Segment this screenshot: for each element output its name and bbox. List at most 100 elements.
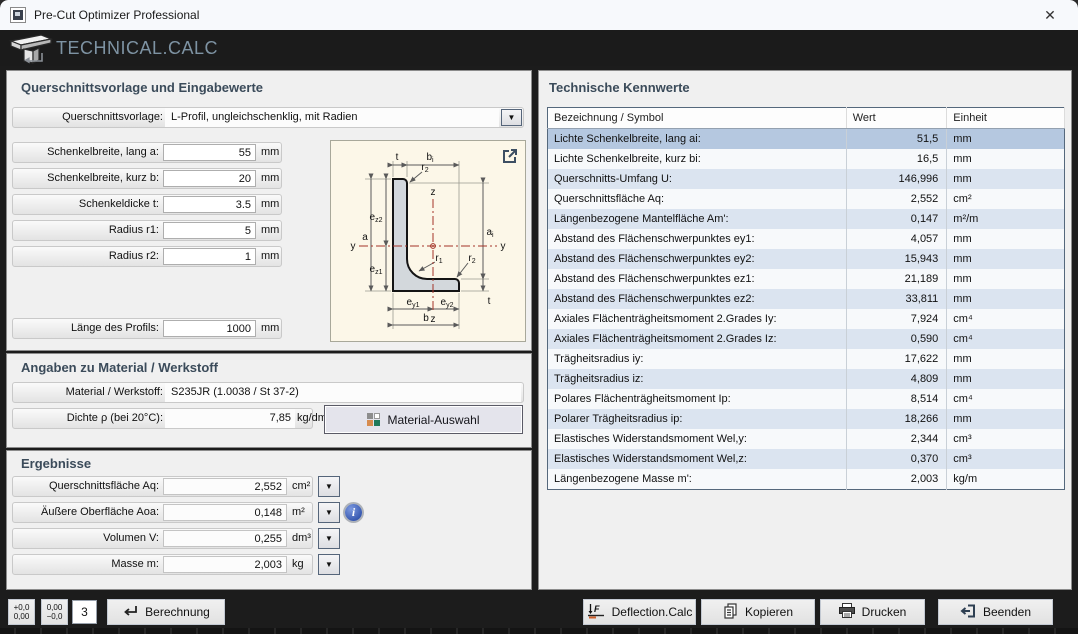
result-unit: cm² [292,477,310,496]
window-title: Pre-Cut Optimizer Professional [34,0,199,30]
info-icon[interactable]: i [345,504,362,521]
result-value: 2,552 [163,478,287,495]
input-field-a[interactable]: 55 [163,144,256,161]
decimal-increase-button[interactable]: +0,0 0,00 [8,599,35,625]
row-name: Lichte Schenkelbreite, kurz bi: [548,149,847,169]
row-value: 17,622 [846,349,947,369]
section-title: Technische Kennwerte [549,80,690,95]
input-unit: mm [261,319,279,338]
row-value: 16,5 [846,149,947,169]
chevron-down-icon: ▼ [325,560,333,569]
axis-label-z-bottom: z [431,314,436,325]
dim-label-t-top: t [396,152,399,163]
input-field-t[interactable]: 3.5 [163,196,256,213]
table-row[interactable]: Abstand des Flächenschwerpunktes ey2: 15… [548,249,1065,269]
print-label: Drucken [862,605,907,619]
table-row[interactable]: Elastisches Widerstandsmoment Wel,y: 2,3… [548,429,1065,449]
result-label: Volumen V: [13,529,159,548]
chevron-down-icon: ▼ [325,534,333,543]
table-row[interactable]: Abstand des Flächenschwerpunktes ey1: 4,… [548,229,1065,249]
calculate-button[interactable]: Berechnung [107,599,225,625]
chevron-down-icon: ▼ [325,508,333,517]
table-row[interactable]: Längenbezogene Mantelfläche Am': 0,147 m… [548,209,1065,229]
table-row[interactable]: Abstand des Flächenschwerpunktes ez2: 33… [548,289,1065,309]
copy-button[interactable]: Kopieren [701,599,815,625]
row-value: 21,189 [846,269,947,289]
table-row[interactable]: Elastisches Widerstandsmoment Wel,z: 0,3… [548,449,1065,469]
chevron-down-icon: ▼ [325,482,333,491]
close-icon[interactable]: ✕ [1036,0,1064,30]
input-field-r1[interactable]: 5 [163,222,256,239]
brand-text: TECHNICAL.CALC [56,30,218,66]
section-title: Angaben zu Material / Werkstoff [21,360,218,375]
row-value: 33,811 [846,289,947,309]
table-row[interactable]: Längenbezogene Masse m': 2,003 kg/m [548,469,1065,490]
table-row[interactable]: Axiales Flächenträgheitsmoment 2.Grades … [548,329,1065,349]
result-mass-dropdown-button[interactable]: ▼ [318,554,340,575]
row-unit: kg/m [947,469,1065,490]
chevron-down-icon: ▼ [508,113,516,122]
table-row[interactable]: Querschnittsfläche Aq: 2,552 cm² [548,189,1065,209]
result-volume-dropdown-button[interactable]: ▼ [318,528,340,549]
table-header-row: Bezeichnung / Symbol Wert Einheit [548,108,1065,129]
deflection-calc-button[interactable]: F Deflection.Calc [583,599,696,625]
result-row-aq: Querschnittsfläche Aq: 2,552 cm² [12,476,313,497]
input-field-length[interactable]: 1000 [163,320,256,337]
row-unit: mm [947,289,1065,309]
dim-label-ey2: ey2 [441,297,454,309]
row-name: Trägheitsradius iy: [548,349,847,369]
template-label: Querschnittsvorlage: [13,108,163,127]
template-combobox[interactable]: L-Profil, ungleichschenklig, mit Radien [165,108,499,127]
kennwerte-table-body: Lichte Schenkelbreite, lang ai: 51,5 mm … [548,129,1065,490]
open-external-icon[interactable] [501,147,519,165]
app-window: Pre-Cut Optimizer Professional ✕ TECHNIC… [0,0,1078,634]
result-value: 2,003 [163,556,287,573]
result-aq-dropdown-button[interactable]: ▼ [318,476,340,497]
table-row[interactable]: Polarer Trägheitsradius ip: 18,266 mm [548,409,1065,429]
row-name: Abstand des Flächenschwerpunktes ez1: [548,269,847,289]
row-unit: cm³ [947,449,1065,469]
decimal-places-field[interactable]: 3 [72,600,97,624]
result-row-aoa: Äußere Oberfläche Aoa: 0,148 m² [12,502,313,523]
table-row[interactable]: Axiales Flächenträgheitsmoment 2.Grades … [548,309,1065,329]
exit-label: Beenden [983,605,1031,619]
dim-label-r2-right: r2 [468,253,475,265]
input-label: Schenkelbreite, lang a: [13,143,159,162]
row-unit: mm [947,129,1065,150]
row-name: Polarer Trägheitsradius ip: [548,409,847,429]
app-icon [10,7,26,23]
result-value: 0,255 [163,530,287,547]
exit-button[interactable]: Beenden [938,599,1053,625]
result-aoa-dropdown-button[interactable]: ▼ [318,502,340,523]
input-unit: mm [261,247,279,266]
result-unit: dm³ [292,529,311,548]
copy-label: Kopieren [745,605,793,619]
row-value: 2,003 [846,469,947,490]
row-unit: m²/m [947,209,1065,229]
print-button[interactable]: Drucken [820,599,925,625]
table-row[interactable]: Trägheitsradius iy: 17,622 mm [548,349,1065,369]
input-field-b[interactable]: 20 [163,170,256,187]
material-select-button[interactable]: Material-Auswahl [324,405,523,434]
table-row[interactable]: Lichte Schenkelbreite, kurz bi: 16,5 mm [548,149,1065,169]
density-value: 7,85 [165,409,295,428]
row-name: Lichte Schenkelbreite, lang ai: [548,129,847,150]
table-row[interactable]: Abstand des Flächenschwerpunktes ez1: 21… [548,269,1065,289]
table-row[interactable]: Lichte Schenkelbreite, lang ai: 51,5 mm [548,129,1065,150]
row-unit: cm⁴ [947,309,1065,329]
table-row[interactable]: Trägheitsradius iz: 4,809 mm [548,369,1065,389]
table-row[interactable]: Polares Flächenträgheitsmoment Ip: 8,514… [548,389,1065,409]
input-field-r2[interactable]: 1 [163,248,256,265]
row-name: Elastisches Widerstandsmoment Wel,z: [548,449,847,469]
decimal-decrease-button[interactable]: 0,00 −0,0 [41,599,68,625]
row-name: Trägheitsradius iz: [548,369,847,389]
result-label: Querschnittsfläche Aq: [13,477,159,496]
dim-label-b: b [423,313,429,324]
material-row: Material / Werkstoff: S235JR (1.0038 / S… [12,382,524,403]
table-row[interactable]: Querschnitts-Umfang U: 146,996 mm [548,169,1065,189]
input-label: Länge des Profils: [13,319,159,338]
input-row-b: Schenkelbreite, kurz b: 20 mm [12,168,282,189]
deflection-label: Deflection.Calc [612,605,693,619]
template-dropdown-button[interactable]: ▼ [501,109,522,126]
row-value: 51,5 [846,129,947,150]
